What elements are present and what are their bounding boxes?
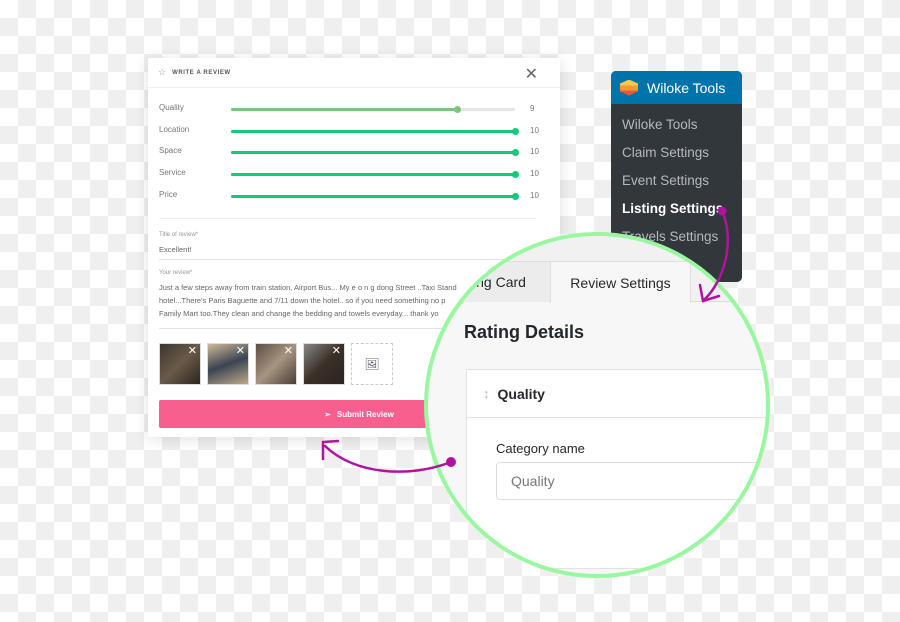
arrow-dot xyxy=(446,457,456,467)
arrow-dot xyxy=(717,206,727,216)
annotation-arrows xyxy=(321,206,729,473)
arrow-menu-to-panel xyxy=(702,209,729,302)
arrow-panel-to-modal xyxy=(323,444,453,473)
